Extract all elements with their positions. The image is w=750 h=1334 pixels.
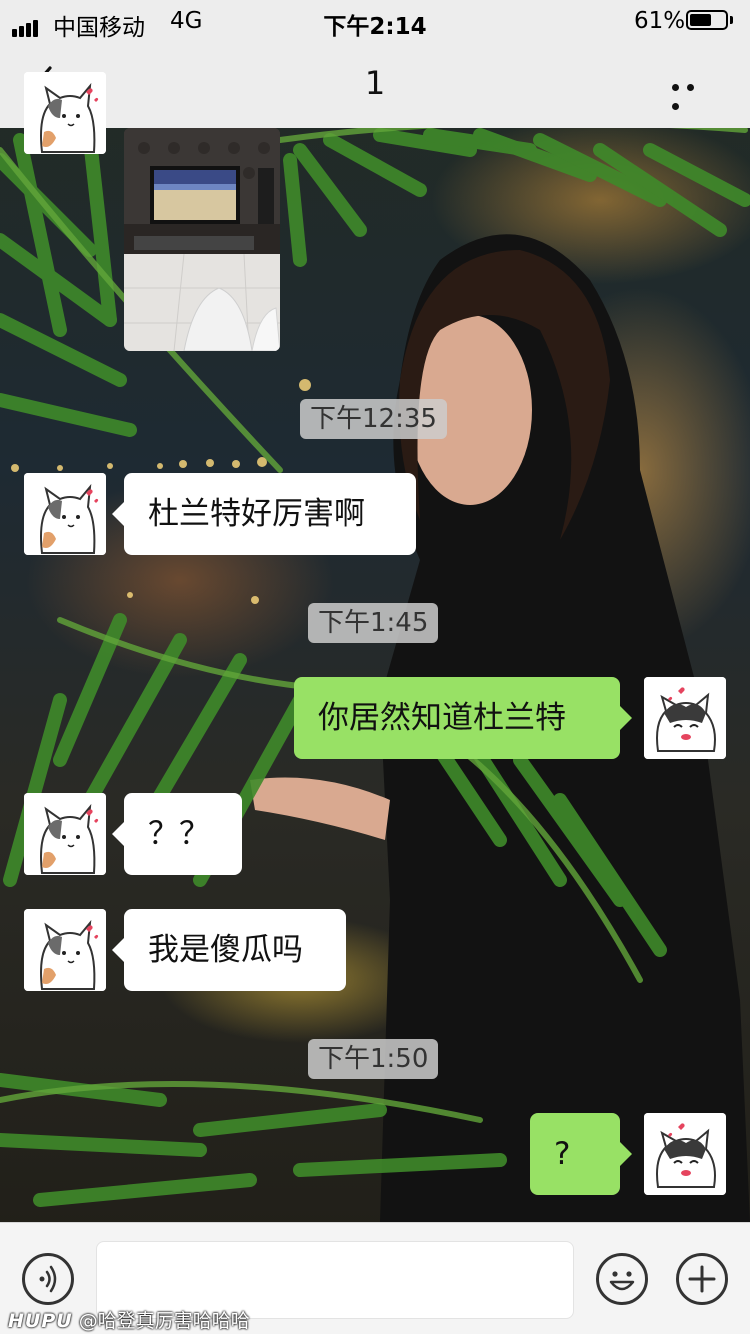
contact-avatar[interactable] xyxy=(24,473,106,555)
plus-icon xyxy=(688,1265,716,1293)
cat-avatar-icon xyxy=(24,909,106,991)
message-bubble-outgoing[interactable]: 你居然知道杜兰特 xyxy=(294,677,632,759)
message-image[interactable] xyxy=(124,128,280,351)
contact-avatar[interactable] xyxy=(24,909,106,991)
cat-avatar-icon xyxy=(24,473,106,555)
voice-icon xyxy=(39,1265,57,1293)
chat-title: 1 xyxy=(364,64,386,102)
chat-header: 1 xyxy=(0,40,750,128)
battery-cap xyxy=(730,16,733,24)
voice-button[interactable] xyxy=(22,1253,74,1305)
battery-fill xyxy=(690,14,711,26)
more-button[interactable] xyxy=(672,76,716,110)
message-bubble-incoming[interactable]: ？？ xyxy=(112,793,242,875)
contact-avatar[interactable] xyxy=(24,72,106,154)
battery-percentage: 61% xyxy=(634,8,686,34)
message-text: 杜兰特好厉害啊 xyxy=(148,496,365,532)
time-label: 下午1:45 xyxy=(308,603,439,643)
chat-background xyxy=(0,0,750,1334)
my-avatar[interactable] xyxy=(644,677,726,759)
battery-icon xyxy=(686,10,728,30)
cat-avatar-icon xyxy=(24,793,106,875)
message-bubble-incoming[interactable]: 杜兰特好厉害啊 xyxy=(112,473,416,555)
message-text: ? xyxy=(554,1136,571,1172)
status-bar: 中国移动 4G 下午2:14 61% xyxy=(0,0,750,41)
cat-face-avatar-icon xyxy=(644,677,726,759)
plus-button[interactable] xyxy=(676,1253,728,1305)
cat-face-avatar-icon xyxy=(644,1113,726,1195)
cat-avatar-icon xyxy=(24,72,106,154)
emoji-icon xyxy=(609,1271,635,1291)
time-label: 下午12:35 xyxy=(300,399,447,439)
message-text: ？？ xyxy=(148,816,210,852)
time-label: 下午1:50 xyxy=(308,1039,439,1079)
hupu-logo: HUPU xyxy=(8,1310,73,1332)
my-avatar[interactable] xyxy=(644,1113,726,1195)
watermark: HUPU @哈登真厉害哈哈哈 xyxy=(8,1306,250,1333)
message-text: 你居然知道杜兰特 xyxy=(318,700,566,736)
message-text: 我是傻瓜吗 xyxy=(148,932,303,968)
watermark-text: @哈登真厉害哈哈哈 xyxy=(78,1310,250,1332)
emoji-button[interactable] xyxy=(596,1253,648,1305)
contact-avatar[interactable] xyxy=(24,793,106,875)
tv-photo-image xyxy=(124,128,280,351)
message-bubble-incoming[interactable]: 我是傻瓜吗 xyxy=(112,909,346,991)
message-bubble-outgoing[interactable]: ? xyxy=(530,1113,632,1195)
